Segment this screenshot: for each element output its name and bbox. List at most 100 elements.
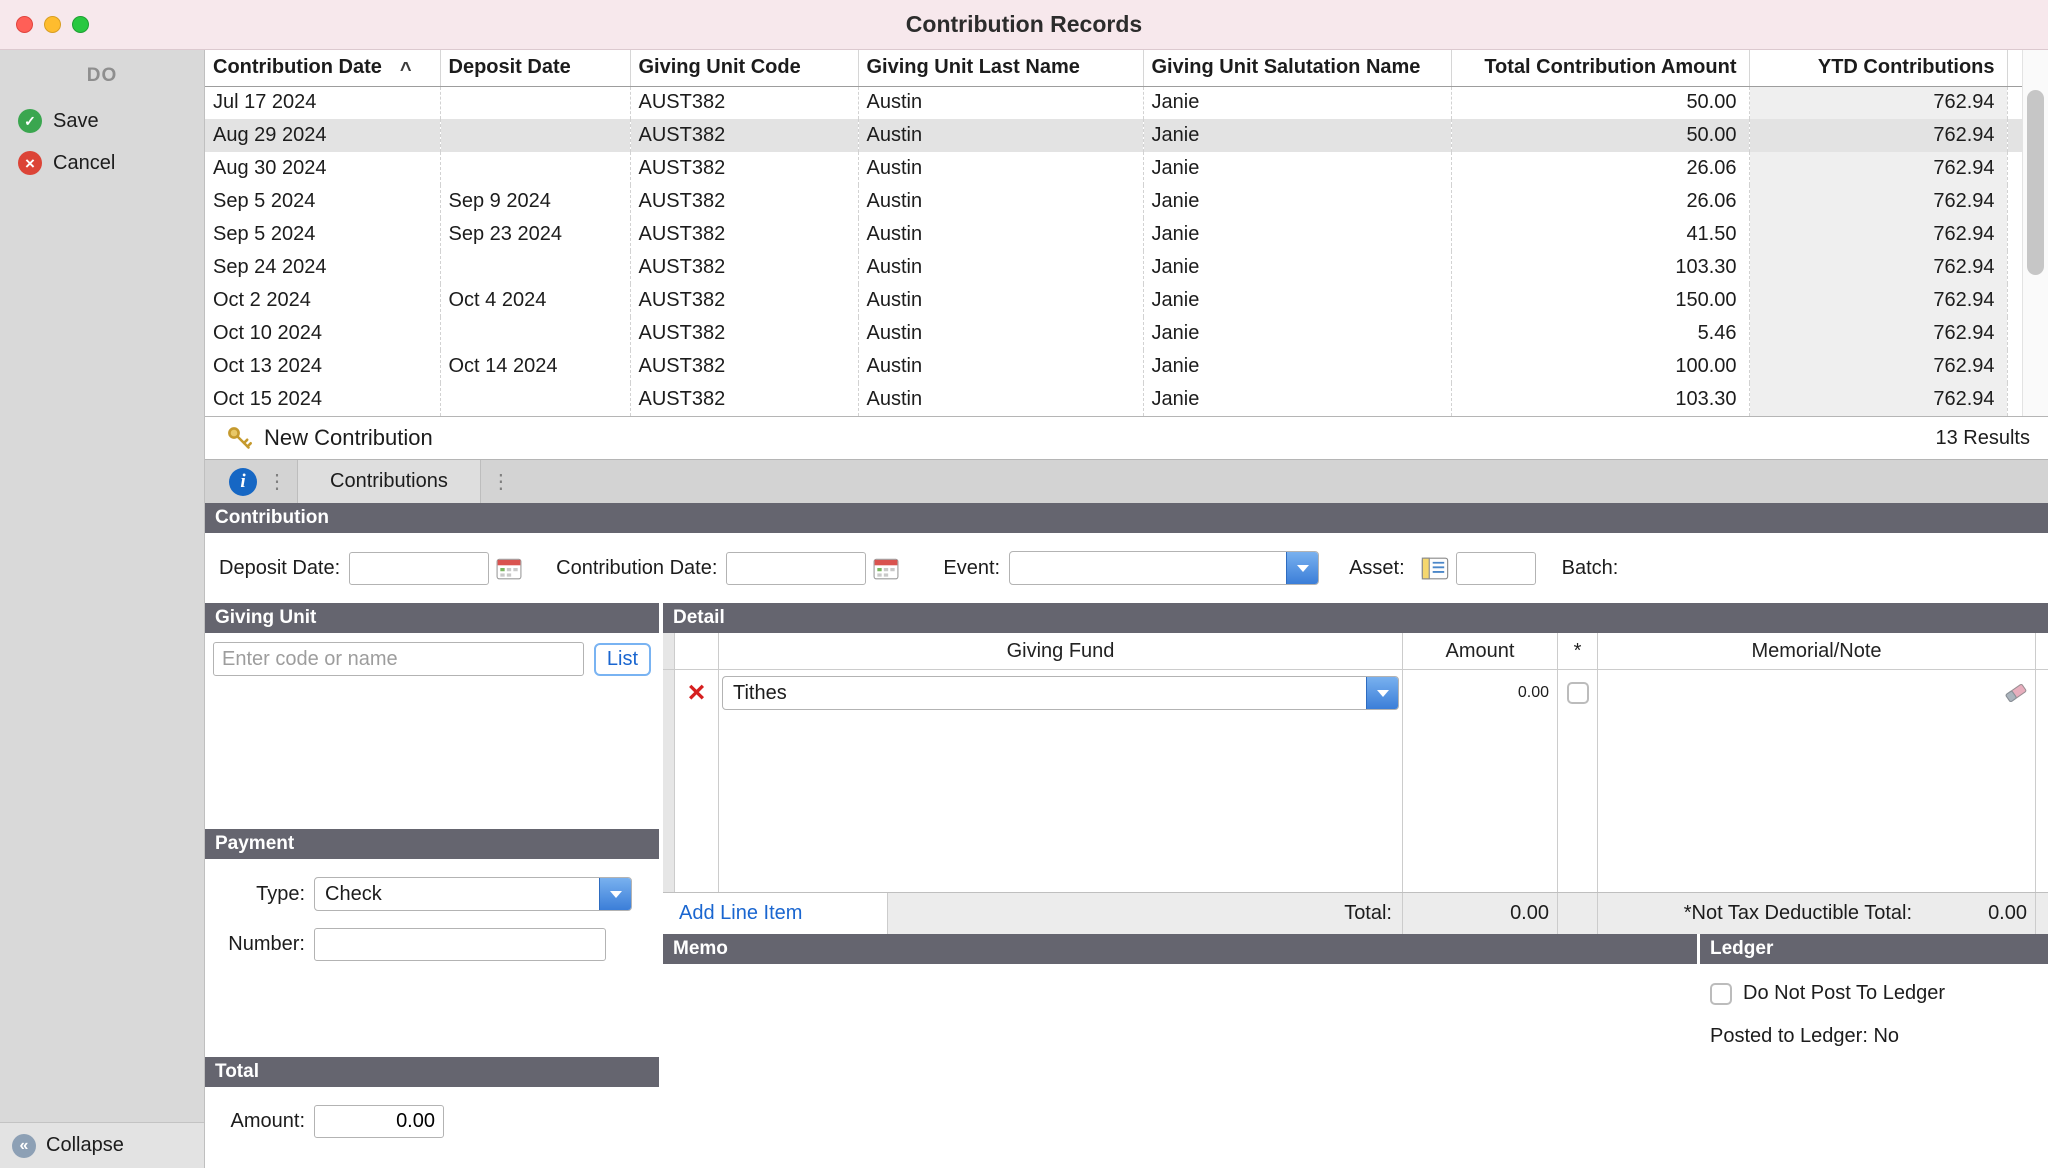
giving-unit-body: List — [205, 633, 659, 829]
new-contribution-button[interactable]: New Contribution — [264, 425, 433, 451]
not-tax-deductible-checkbox[interactable] — [1567, 682, 1589, 704]
table-row[interactable]: Oct 2 2024 Oct 4 2024 AUST382 Austin Jan… — [205, 284, 2022, 317]
new-contribution-bar: New Contribution 13 Results — [205, 416, 2048, 460]
cancel-button[interactable]: × Cancel — [0, 142, 204, 184]
payment-type-select[interactable]: Check — [314, 877, 632, 911]
cell-total-contribution-amount: 100.00 — [1451, 350, 1749, 383]
window-minimize-button[interactable] — [44, 16, 61, 33]
dropdown-button[interactable] — [599, 878, 631, 910]
cell-filler — [2007, 284, 2022, 317]
total-body: Amount: — [205, 1087, 659, 1168]
detail-header-amount: Amount — [1403, 633, 1558, 669]
line-item-memo-input[interactable] — [1598, 670, 2036, 716]
add-line-item-button[interactable]: Add Line Item — [679, 902, 802, 925]
column-header-filler — [2007, 50, 2022, 86]
table-row[interactable]: Aug 30 2024 AUST382 Austin Janie 26.06 7… — [205, 152, 2022, 185]
calendar-icon[interactable] — [873, 556, 899, 580]
scrollbar-thumb[interactable] — [2027, 90, 2044, 275]
line-item-amount-input[interactable]: 0.00 — [1403, 670, 1558, 716]
cell-contribution-date: Oct 15 2024 — [205, 383, 440, 416]
column-header-giving-unit-code[interactable]: Giving Unit Code — [630, 50, 858, 86]
table-row[interactable]: Oct 10 2024 AUST382 Austin Janie 5.46 76… — [205, 317, 2022, 350]
cell-filler — [2007, 152, 2022, 185]
cell-contribution-date: Aug 30 2024 — [205, 152, 440, 185]
column-header-giving-unit-salutation-name[interactable]: Giving Unit Salutation Name — [1143, 50, 1451, 86]
column-header-contribution-date[interactable]: Contribution Date ^ — [205, 50, 440, 86]
total-amount-input[interactable] — [314, 1105, 444, 1138]
table-row[interactable]: Sep 5 2024 Sep 9 2024 AUST382 Austin Jan… — [205, 185, 2022, 218]
cell-giving-unit-salutation-name: Janie — [1143, 185, 1451, 218]
window-zoom-button[interactable] — [72, 16, 89, 33]
cell-contribution-date: Sep 5 2024 — [205, 185, 440, 218]
cell-giving-unit-salutation-name: Janie — [1143, 119, 1451, 152]
giving-fund-select[interactable]: Tithes — [722, 676, 1399, 710]
cell-giving-unit-code: AUST382 — [630, 185, 858, 218]
add-line-item-box: Add Line Item — [663, 893, 888, 934]
vertical-scrollbar[interactable] — [2022, 50, 2048, 416]
cell-giving-unit-salutation-name: Janie — [1143, 350, 1451, 383]
window-titlebar: Contribution Records — [0, 0, 2048, 50]
ledger-section-title: Ledger — [1710, 938, 1773, 960]
column-header-deposit-date[interactable]: Deposit Date — [440, 50, 630, 86]
table-row[interactable]: Sep 24 2024 AUST382 Austin Janie 103.30 … — [205, 251, 2022, 284]
cell-deposit-date — [440, 86, 630, 119]
cell-giving-unit-code: AUST382 — [630, 251, 858, 284]
deposit-date-input[interactable] — [349, 552, 489, 585]
total-section-header: Total — [205, 1057, 659, 1087]
save-check-icon: ✓ — [18, 109, 42, 133]
detail-header-gutter — [663, 633, 675, 669]
table-row[interactable]: Sep 5 2024 Sep 23 2024 AUST382 Austin Ja… — [205, 218, 2022, 251]
detail-footer-star-cell — [1558, 893, 1598, 934]
payment-number-input[interactable] — [314, 928, 606, 961]
eraser-icon[interactable] — [2003, 680, 2029, 706]
collapse-chevrons-icon: « — [12, 1134, 36, 1158]
dropdown-button[interactable] — [1286, 552, 1318, 584]
contribution-section-title: Contribution — [215, 507, 329, 529]
cell-deposit-date — [440, 317, 630, 350]
cell-total-contribution-amount: 50.00 — [1451, 86, 1749, 119]
do-not-post-label: Do Not Post To Ledger — [1743, 982, 1945, 1005]
list-button[interactable]: List — [594, 643, 651, 676]
payment-number-label: Number: — [205, 933, 305, 956]
giving-unit-search-input[interactable] — [213, 642, 584, 676]
delete-line-item-button[interactable]: × — [688, 678, 706, 708]
asset-lookup-icon[interactable] — [1421, 557, 1449, 580]
tabs-bar: i ⋮ Contributions ⋮ — [205, 460, 2048, 503]
table-row[interactable]: Oct 15 2024 AUST382 Austin Janie 103.30 … — [205, 383, 2022, 416]
cell-deposit-date — [440, 152, 630, 185]
cell-deposit-date — [440, 119, 630, 152]
cell-giving-unit-code: AUST382 — [630, 119, 858, 152]
cell-giving-unit-last-name: Austin — [858, 152, 1143, 185]
cell-giving-unit-salutation-name: Janie — [1143, 86, 1451, 119]
detail-header-handle — [675, 633, 719, 669]
column-header-total-contribution-amount[interactable]: Total Contribution Amount — [1451, 50, 1749, 86]
column-header-ytd-contributions[interactable]: YTD Contributions — [1749, 50, 2007, 86]
calendar-icon[interactable] — [496, 556, 522, 580]
cell-filler — [2007, 218, 2022, 251]
window-close-button[interactable] — [16, 16, 33, 33]
memo-ledger-section: Memo Ledger Do Not Post To Le — [663, 934, 2048, 1168]
cell-filler — [2007, 383, 2022, 416]
table-row[interactable]: Oct 13 2024 Oct 14 2024 AUST382 Austin J… — [205, 350, 2022, 383]
payment-type-value: Check — [315, 878, 599, 910]
sidebar: DO ✓ Save × Cancel « Collapse — [0, 50, 205, 1168]
cell-contribution-date: Sep 24 2024 — [205, 251, 440, 284]
ledger-pane: Ledger Do Not Post To Ledger Posted to L… — [1700, 934, 2048, 1168]
table-row[interactable]: Aug 29 2024 AUST382 Austin Janie 50.00 7… — [205, 119, 2022, 152]
detail-header-star: * — [1558, 633, 1598, 669]
do-not-post-checkbox[interactable] — [1710, 983, 1732, 1005]
line-item-end — [2036, 670, 2048, 716]
event-label: Event: — [943, 557, 1000, 580]
collapse-button[interactable]: « Collapse — [0, 1122, 204, 1168]
event-select[interactable] — [1009, 551, 1319, 585]
column-header-giving-unit-last-name[interactable]: Giving Unit Last Name — [858, 50, 1143, 86]
tab-contributions[interactable]: Contributions — [297, 460, 481, 503]
dropdown-button[interactable] — [1366, 677, 1398, 709]
table-row[interactable]: Jul 17 2024 AUST382 Austin Janie 50.00 7… — [205, 86, 2022, 119]
contribution-date-input[interactable] — [726, 552, 866, 585]
info-icon[interactable]: i — [229, 468, 257, 496]
save-button[interactable]: ✓ Save — [0, 100, 204, 142]
cell-giving-unit-code: AUST382 — [630, 383, 858, 416]
asset-input[interactable] — [1456, 552, 1536, 585]
memo-input[interactable] — [663, 964, 1697, 1168]
